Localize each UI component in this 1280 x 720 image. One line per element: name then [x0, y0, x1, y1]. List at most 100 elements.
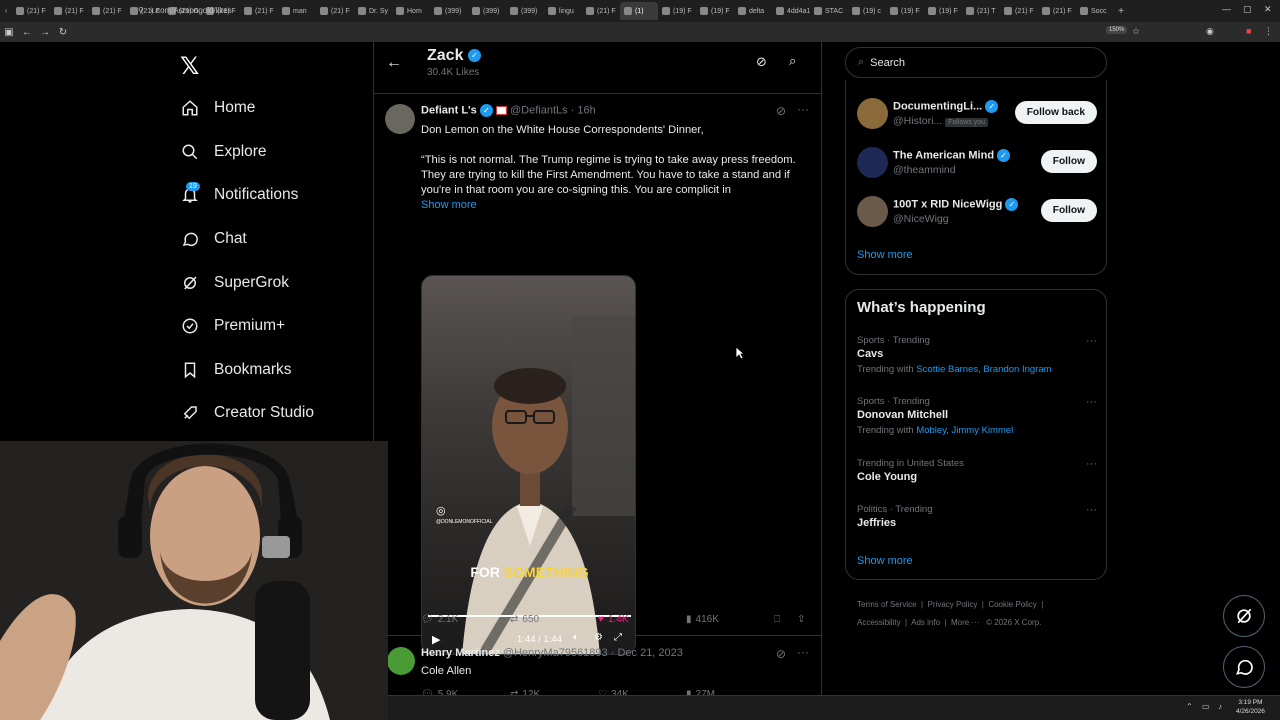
grok-header-icon[interactable]: ⊘: [756, 54, 767, 70]
trend-more-icon[interactable]: ···: [1086, 396, 1097, 408]
extension-icon[interactable]: ■: [1246, 26, 1251, 36]
ads-info-link[interactable]: Ads info: [911, 618, 940, 627]
sidebar-toggle-icon[interactable]: ▣: [0, 27, 18, 38]
grok-explain-icon[interactable]: ⊘: [776, 104, 786, 118]
search-input[interactable]: ⌕ Search: [845, 47, 1107, 78]
author-handle[interactable]: @DefiantLs: [510, 104, 568, 116]
trend-related-link[interactable]: Mobley, Jimmy Kimmel: [916, 425, 1013, 436]
trend-item[interactable]: Trending in United States Cole Young ···: [857, 458, 1097, 483]
avatar[interactable]: [387, 647, 415, 675]
privacy-link[interactable]: Privacy Policy: [928, 600, 978, 609]
follow-suggestion[interactable]: DocumentingLi... ✓ @Histori... Follows y…: [857, 98, 1097, 138]
nav-explore[interactable]: Explore: [180, 137, 267, 167]
nav-chat[interactable]: Chat: [180, 224, 247, 254]
follow-suggestion[interactable]: The American Mind ✓ @theammind Follow: [857, 147, 1097, 187]
suggestion-name[interactable]: DocumentingLi... ✓: [893, 100, 999, 113]
trend-item[interactable]: Sports · Trending Donovan Mitchell Trend…: [857, 396, 1097, 436]
more-link[interactable]: More ···: [951, 618, 979, 627]
search-placeholder: Search: [870, 56, 906, 69]
follow-button[interactable]: Follow: [1040, 199, 1097, 222]
reply-button[interactable]: 💬︎ 2.1K: [421, 614, 458, 625]
header-search-icon[interactable]: ⌕: [789, 53, 796, 69]
tray-chevron-icon[interactable]: ⌃: [1186, 702, 1193, 711]
share-icon[interactable]: ⇪: [797, 614, 805, 625]
avatar[interactable]: [385, 104, 415, 134]
tray-network-icon[interactable]: ▭: [1202, 702, 1210, 711]
more-options-icon[interactable]: ···: [797, 645, 809, 659]
url-field[interactable]: ⚲ x.com/Asmongold/likes: [138, 4, 1138, 16]
clock[interactable]: 3:19 PM 4/26/2026: [1236, 698, 1265, 716]
show-more-follow-link[interactable]: Show more: [857, 249, 913, 261]
more-options-icon[interactable]: ···: [797, 102, 809, 116]
show-more-link[interactable]: Show more: [421, 199, 477, 211]
minimize-icon[interactable]: —: [1222, 4, 1231, 14]
video-player[interactable]: ◎ @DONLEMONOFFICIAL FOR SOMETHING ▶ 1:44…: [421, 275, 636, 655]
trend-more-icon[interactable]: ···: [1086, 504, 1097, 516]
tweet-time[interactable]: Dec 21, 2023: [617, 647, 682, 659]
back-icon[interactable]: ←: [18, 27, 36, 38]
trend-item[interactable]: Sports · Trending Cavs Trending with Sco…: [857, 335, 1097, 375]
author-name[interactable]: Defiant L's: [421, 104, 477, 116]
x-logo[interactable]: 𝕏: [180, 52, 199, 81]
search-icon: [180, 142, 200, 162]
reply-icon: 💬︎: [421, 614, 434, 625]
trend-more-icon[interactable]: ···: [1086, 335, 1097, 347]
follow-suggestion[interactable]: 100T x RID NiceWigg ✓ @NiceWigg Follow: [857, 196, 1097, 236]
nav-label-bookmarks: Bookmarks: [214, 361, 292, 378]
avatar[interactable]: [857, 147, 888, 178]
nav-home[interactable]: Home: [180, 93, 255, 123]
messages-floating-button[interactable]: [1223, 646, 1265, 688]
accessibility-link[interactable]: Accessibility: [857, 618, 901, 627]
author-name[interactable]: Henry Martinez: [421, 647, 500, 659]
profile-icon[interactable]: ◉: [1206, 26, 1214, 37]
bookmark-star-icon[interactable]: ☆: [1132, 26, 1140, 37]
nav-premium[interactable]: Premium+: [180, 311, 285, 341]
avatar[interactable]: [857, 98, 888, 129]
reload-icon[interactable]: ↻: [54, 27, 72, 38]
bookmark-tweet-icon[interactable]: ⎕: [774, 614, 780, 625]
tweet-defiantls[interactable]: Defiant L's ✓ @DefiantLs · 16h ⊘ ··· Don…: [374, 95, 821, 655]
browser-tab[interactable]: (21) F: [88, 2, 126, 20]
browser-tab[interactable]: (21) F: [12, 2, 50, 20]
repost-button[interactable]: ⇄ 650: [510, 614, 539, 625]
copyright: © 2026 X Corp.: [986, 618, 1042, 627]
tray-volume-icon[interactable]: ♪: [1218, 702, 1222, 711]
back-arrow-icon[interactable]: ←: [386, 54, 402, 72]
maximize-icon[interactable]: ▢: [1243, 4, 1252, 15]
site-info-icon[interactable]: ⚲: [138, 6, 144, 15]
zoom-level[interactable]: 150%: [1106, 26, 1128, 34]
like-button[interactable]: ♥ 1.4K: [598, 614, 629, 625]
video-frame: [462, 316, 635, 654]
views-button[interactable]: ▮ 416K: [686, 614, 719, 625]
nav-supergrok[interactable]: SuperGrok: [180, 268, 289, 298]
tab-scroll-left-icon[interactable]: ‹: [0, 8, 12, 15]
nav-label-creator-studio: Creator Studio: [214, 404, 314, 421]
forward-icon[interactable]: →: [36, 27, 54, 38]
menu-icon[interactable]: ⋮: [1264, 26, 1273, 37]
nav-bookmarks[interactable]: Bookmarks: [180, 355, 292, 385]
trend-related-link[interactable]: Scottie Barnes, Brandon Ingram: [916, 364, 1051, 375]
url-text[interactable]: x.com/Asmongold/likes: [150, 6, 232, 15]
trend-more-icon[interactable]: ···: [1086, 458, 1097, 470]
browser-tab[interactable]: (21) F: [50, 2, 88, 20]
follow-back-button[interactable]: Follow back: [1014, 101, 1097, 124]
grok-explain-icon[interactable]: ⊘: [776, 647, 786, 661]
trend-item[interactable]: Politics · Trending Jeffries ···: [857, 504, 1097, 529]
tweet-time[interactable]: 16h: [577, 104, 595, 116]
suggestion-name[interactable]: 100T x RID NiceWigg ✓: [893, 198, 1019, 211]
suggestion-name[interactable]: The American Mind ✓: [893, 149, 1011, 162]
grok-floating-button[interactable]: [1223, 595, 1265, 637]
caption-word-2: SOMETHING: [503, 564, 589, 580]
follow-button[interactable]: Follow: [1040, 150, 1097, 173]
close-window-icon[interactable]: ✕: [1264, 4, 1272, 15]
verified-icon: [180, 316, 200, 336]
terms-link[interactable]: Terms of Service: [857, 600, 917, 609]
cookie-link[interactable]: Cookie Policy: [988, 600, 1036, 609]
profile-header: ← Zack ✓ 30.4K Likes ⊘ ⌕: [374, 42, 821, 94]
clock-date: 4/26/2026: [1236, 708, 1265, 715]
show-more-trends-link[interactable]: Show more: [857, 555, 913, 567]
author-handle[interactable]: @HenryMa79561893: [503, 647, 608, 659]
nav-creator-studio[interactable]: Creator Studio: [180, 398, 314, 428]
avatar[interactable]: [857, 196, 888, 227]
nav-label-notifications: Notifications: [214, 186, 299, 203]
